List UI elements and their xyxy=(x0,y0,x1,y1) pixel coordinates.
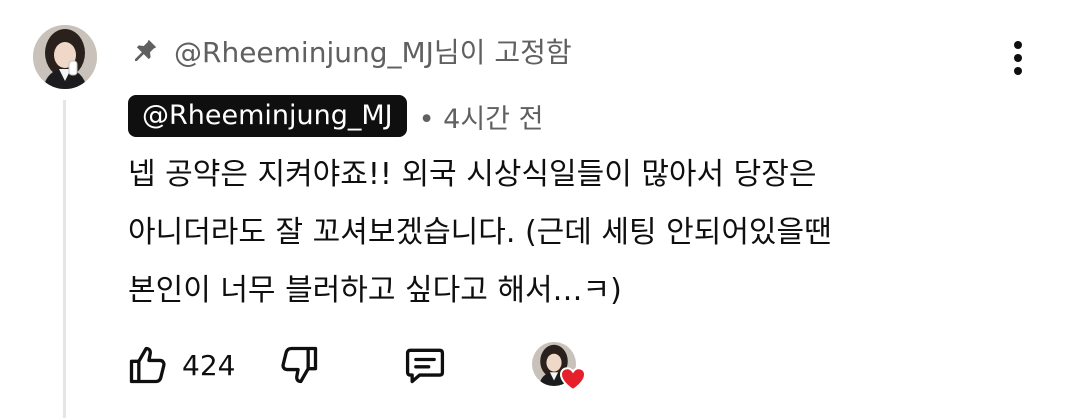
creator-heart[interactable] xyxy=(532,342,587,392)
avatar-image xyxy=(33,25,97,89)
comment-header: @Rheeminjung_MJ • 4시간 전 xyxy=(128,95,543,137)
more-options-button[interactable] xyxy=(996,36,1040,80)
comment-line: 넵 공약은 지켜야죠!! 외국 시상식일들이 많아서 당장은 xyxy=(128,157,817,192)
comment-icon xyxy=(406,348,445,384)
thread-line xyxy=(63,100,66,418)
more-vert-icon xyxy=(1014,41,1022,75)
author-name-chip[interactable]: @Rheeminjung_MJ xyxy=(128,95,407,137)
pinned-by-row: @Rheeminjung_MJ님이 고정함 xyxy=(130,28,572,74)
pin-icon xyxy=(130,36,160,66)
comment-timestamp: • 4시간 전 xyxy=(418,103,544,135)
reply-button[interactable] xyxy=(403,343,447,387)
like-button[interactable]: 424 xyxy=(126,343,235,387)
heart-icon xyxy=(559,367,587,392)
like-count: 424 xyxy=(182,348,236,382)
comment-actions: 424 xyxy=(126,340,447,390)
author-avatar[interactable] xyxy=(33,25,97,89)
dislike-button[interactable] xyxy=(277,343,321,387)
thumbs-down-icon xyxy=(281,346,318,384)
thumbs-up-icon xyxy=(129,346,166,384)
comment-line: 아니더라도 잘 꼬셔보겠습니다. (근데 세팅 안되어있을땐 xyxy=(128,215,832,250)
comment-line: 본인이 너무 블러하고 싶다고 해서…ㅋ) xyxy=(128,273,622,308)
pinned-by-text: @Rheeminjung_MJ님이 고정함 xyxy=(174,36,572,69)
comment-text: 넵 공약은 지켜야죠!! 외국 시상식일들이 많아서 당장은 아니더라도 잘 꼬… xyxy=(128,146,1028,320)
